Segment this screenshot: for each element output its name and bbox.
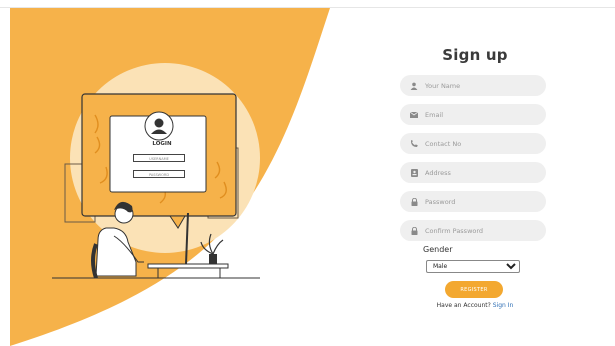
email-input[interactable]: [425, 110, 535, 119]
confirm-password-field[interactable]: [400, 220, 546, 241]
sign-in-link[interactable]: Sign In: [493, 302, 514, 309]
page-title: Sign up: [442, 46, 508, 64]
password-input[interactable]: [425, 197, 535, 206]
name-field[interactable]: [400, 75, 546, 96]
confirm-password-input[interactable]: [425, 226, 535, 235]
phone-icon: [410, 139, 418, 148]
gender-select[interactable]: Male: [426, 260, 520, 273]
name-input[interactable]: [425, 81, 535, 90]
email-field[interactable]: [400, 104, 546, 125]
register-button[interactable]: REGISTER: [445, 281, 503, 298]
signup-form: Sign up Your Name Email Contact No Addre…: [390, 0, 560, 346]
password-field[interactable]: [400, 191, 546, 212]
password-box: PASSWORD: [133, 170, 185, 178]
envelope-icon: [410, 111, 418, 119]
user-icon: [410, 82, 418, 90]
contact-field[interactable]: [400, 133, 546, 154]
address-field[interactable]: [400, 162, 546, 183]
lock-icon: [410, 197, 418, 206]
username-box: USERNAME: [133, 154, 185, 162]
lock-icon: [410, 226, 418, 235]
gender-label: Gender: [423, 245, 453, 254]
have-account-text: Have an Account?: [436, 302, 491, 309]
have-account-row: Have an Account? Sign In: [390, 302, 560, 309]
page: LOGIN USERNAME PASSWORD Sign up Your Nam…: [0, 0, 615, 346]
address-input[interactable]: [425, 168, 535, 177]
contact-input[interactable]: [425, 139, 535, 148]
address-card-icon: [410, 168, 418, 177]
login-title: LOGIN: [152, 141, 172, 147]
